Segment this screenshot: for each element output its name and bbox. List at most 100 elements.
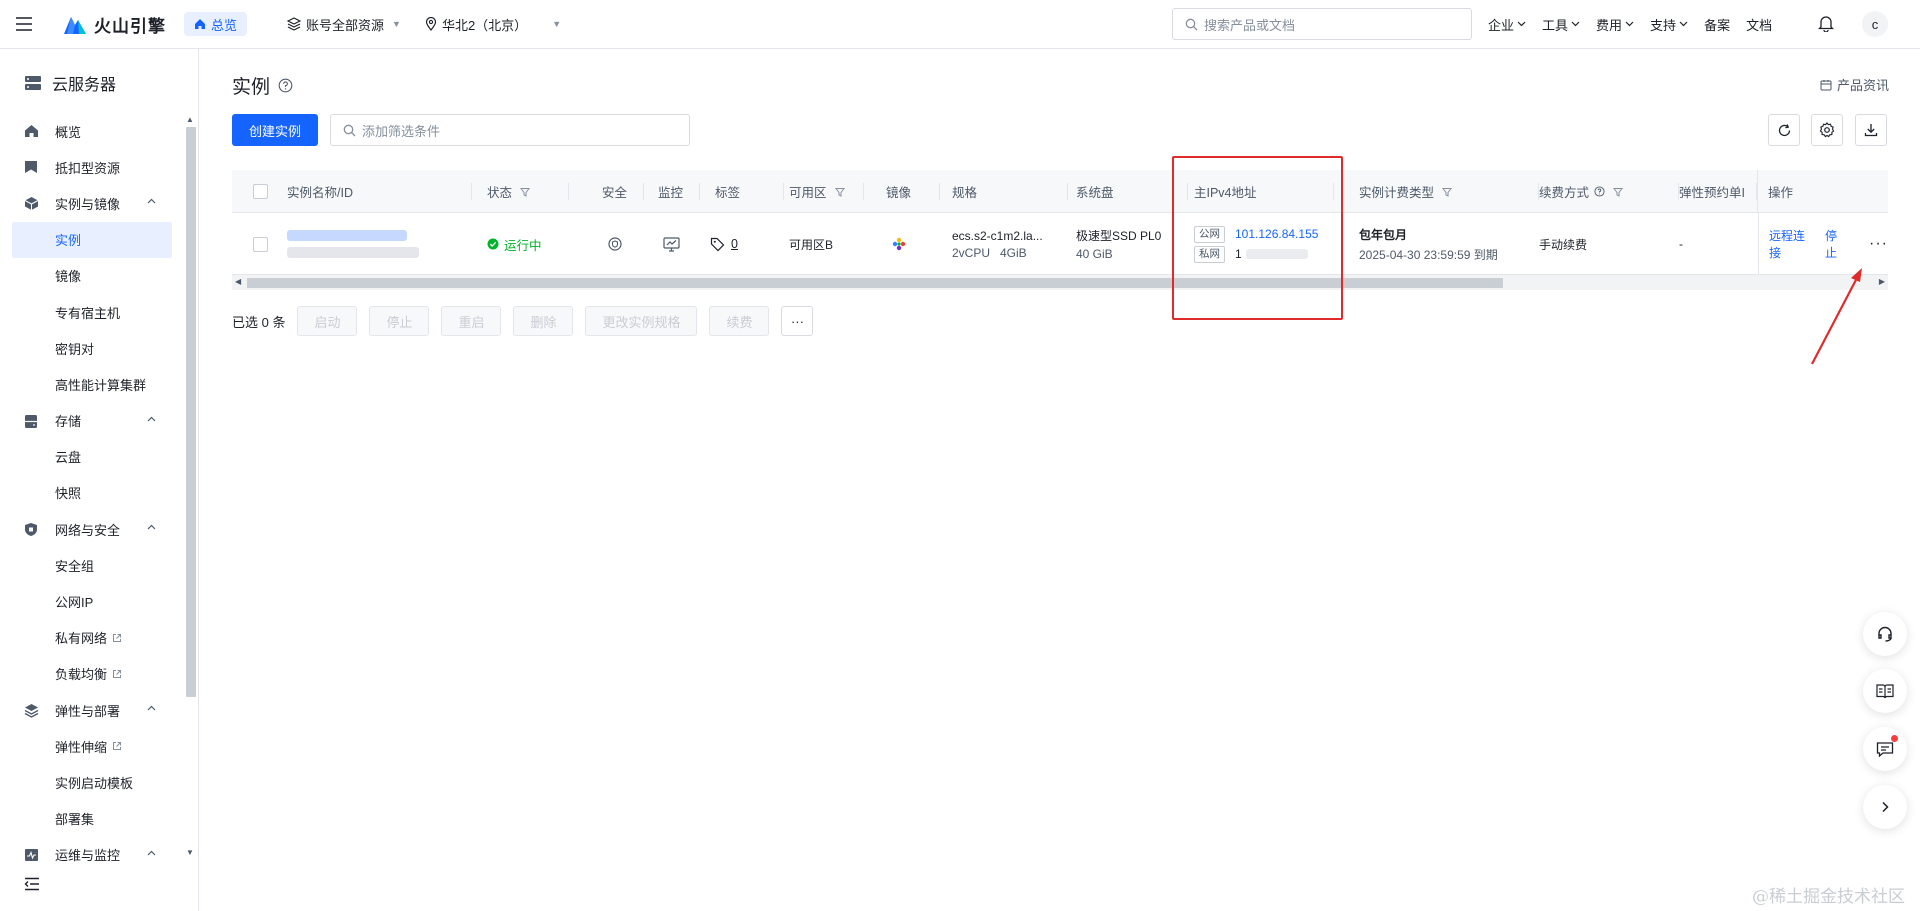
sidebar-item-label: 实例启动模板: [55, 775, 134, 791]
filter-icon[interactable]: [834, 187, 845, 197]
customer-service-button[interactable]: [1863, 612, 1907, 656]
scroll-down-icon[interactable]: ▼: [186, 848, 194, 857]
overview-label: 总览: [211, 17, 238, 33]
chevron-down-icon: ▼: [392, 19, 401, 29]
refresh-button[interactable]: [1768, 114, 1800, 146]
sidebar-item-images[interactable]: 镜像: [0, 258, 183, 294]
sidebar-item-snapshots[interactable]: 快照: [0, 475, 183, 511]
table-horizontal-scrollbar[interactable]: ◀ ▶: [232, 275, 1888, 290]
sidebar-item-security-groups[interactable]: 安全组: [0, 547, 183, 583]
sidebar-item-keypairs[interactable]: 密钥对: [0, 330, 183, 366]
sidebar-item-overview[interactable]: 概览: [0, 113, 183, 149]
global-search-input[interactable]: 搜索产品或文档: [1172, 8, 1472, 40]
settings-button[interactable]: [1811, 114, 1843, 146]
column-security: 安全: [602, 170, 644, 213]
instance-id-redacted: [287, 247, 419, 258]
avatar[interactable]: c: [1862, 11, 1888, 37]
scroll-right-icon[interactable]: ▶: [1879, 277, 1885, 286]
layers-icon: [24, 704, 39, 718]
help-icon[interactable]: [1594, 186, 1605, 197]
sidebar-item-hpc-clusters[interactable]: 高性能计算集群: [0, 366, 183, 402]
sidebar-item-vpc[interactable]: 私有网络: [0, 620, 183, 656]
bell-icon[interactable]: [1818, 14, 1834, 32]
menu-icon[interactable]: [0, 0, 48, 48]
sidebar-item-label: 概览: [55, 124, 82, 140]
menu-docs[interactable]: 文档: [1746, 15, 1772, 34]
security-scan-icon[interactable]: [607, 236, 623, 252]
external-link-icon: [113, 669, 122, 678]
help-icon[interactable]: [278, 78, 293, 93]
menu-support[interactable]: 支持: [1650, 15, 1688, 34]
sidebar-group-elastic-deploy[interactable]: 弹性与部署: [0, 692, 183, 728]
sidebar-item-load-balancer[interactable]: 负载均衡: [0, 656, 183, 692]
sidebar-group-ops-monitoring[interactable]: 运维与监控: [0, 837, 183, 873]
shield-icon: [25, 523, 37, 537]
region-label: 华北2（北京）: [441, 17, 528, 33]
account-scope-dropdown[interactable]: 账号全部资源 ▼: [287, 15, 401, 34]
sidebar-item-cloud-disks[interactable]: 云盘: [0, 439, 183, 475]
row-checkbox[interactable]: [253, 213, 268, 275]
instance-name-redacted[interactable]: [287, 230, 407, 241]
restart-button[interactable]: 重启: [441, 306, 502, 336]
stop-link[interactable]: 停止: [1825, 227, 1847, 261]
feedback-button[interactable]: [1863, 727, 1907, 771]
sidebar-item-instances[interactable]: 实例: [12, 221, 172, 258]
sidebar-item-label: 密钥对: [55, 341, 95, 357]
scroll-left-icon[interactable]: ◀: [235, 277, 241, 286]
column-name-id: 实例名称/ID: [287, 170, 472, 213]
more-actions-button[interactable]: ···: [1869, 235, 1888, 253]
start-button[interactable]: 启动: [297, 306, 358, 336]
filter-icon[interactable]: [1613, 187, 1624, 197]
sidebar-item-deduction-resources[interactable]: 抵扣型资源: [0, 149, 183, 185]
sidebar-group-instances-images[interactable]: 实例与镜像: [0, 185, 183, 221]
home-icon: [195, 19, 205, 29]
menu-enterprise[interactable]: 企业: [1488, 15, 1526, 34]
menu-tools[interactable]: 工具: [1542, 15, 1580, 34]
tag-count[interactable]: 0: [731, 237, 738, 251]
disk-type: 极速型SSD PL0: [1076, 229, 1162, 243]
filter-icon[interactable]: [1442, 187, 1453, 197]
chevron-down-icon: [1571, 21, 1580, 27]
chevron-up-icon: [147, 416, 156, 421]
create-instance-button[interactable]: 创建实例: [232, 114, 318, 146]
collapse-sidebar-icon[interactable]: [24, 877, 40, 891]
menu-billing[interactable]: 费用: [1596, 15, 1634, 34]
sidebar-item-launch-templates[interactable]: 实例启动模板: [0, 764, 183, 800]
monitoring-cell[interactable]: [663, 213, 680, 275]
expand-tools-button[interactable]: [1863, 785, 1907, 829]
overview-button[interactable]: 总览: [184, 12, 248, 36]
region-dropdown[interactable]: 华北2（北京） ▼: [425, 15, 561, 34]
stop-button[interactable]: 停止: [369, 306, 430, 336]
tags-cell[interactable]: 0: [710, 213, 738, 275]
instance-name-id-cell[interactable]: [287, 213, 419, 275]
headset-icon: [1878, 626, 1892, 642]
column-actions: 操作: [1757, 170, 1888, 213]
remote-connect-link[interactable]: 远程连接: [1769, 227, 1813, 261]
delete-button[interactable]: 删除: [513, 306, 574, 336]
storage-icon: [25, 414, 37, 428]
security-cell[interactable]: [607, 213, 623, 275]
sidebar-item-label: 安全组: [55, 558, 95, 574]
download-button[interactable]: [1855, 114, 1887, 146]
more-batch-button[interactable]: ···: [781, 306, 814, 336]
sidebar-item-dedicated-hosts[interactable]: 专有宿主机: [0, 294, 183, 330]
scroll-up-icon[interactable]: ▲: [186, 115, 194, 124]
logo-text: 火山引擎: [94, 16, 166, 36]
sidebar-item-auto-scaling[interactable]: 弹性伸缩: [0, 728, 183, 764]
filter-input[interactable]: 添加筛选条件: [330, 114, 690, 146]
sidebar-item-public-ip[interactable]: 公网IP: [0, 583, 183, 619]
logo[interactable]: 火山引擎: [62, 12, 166, 37]
sidebar-scrollbar[interactable]: [186, 127, 196, 697]
renew-button[interactable]: 续费: [709, 306, 770, 336]
sidebar-group-storage[interactable]: 存储: [0, 403, 183, 439]
monitor-chart-icon[interactable]: [663, 236, 680, 252]
menu-filing[interactable]: 备案: [1704, 15, 1730, 34]
product-info-link[interactable]: 产品资讯: [1820, 75, 1889, 94]
select-all-checkbox[interactable]: [253, 170, 273, 213]
top-bar: 火山引擎 总览 账号全部资源 ▼ 华北2（北京） ▼ 搜索产品或文档 企业 工具…: [0, 0, 1920, 49]
docs-button[interactable]: [1863, 669, 1907, 713]
change-spec-button[interactable]: 更改实例规格: [585, 306, 698, 336]
sidebar-item-deployment-sets[interactable]: 部署集: [0, 801, 183, 837]
sidebar-group-network-security[interactable]: 网络与安全: [0, 511, 183, 547]
filter-icon[interactable]: [520, 187, 531, 197]
